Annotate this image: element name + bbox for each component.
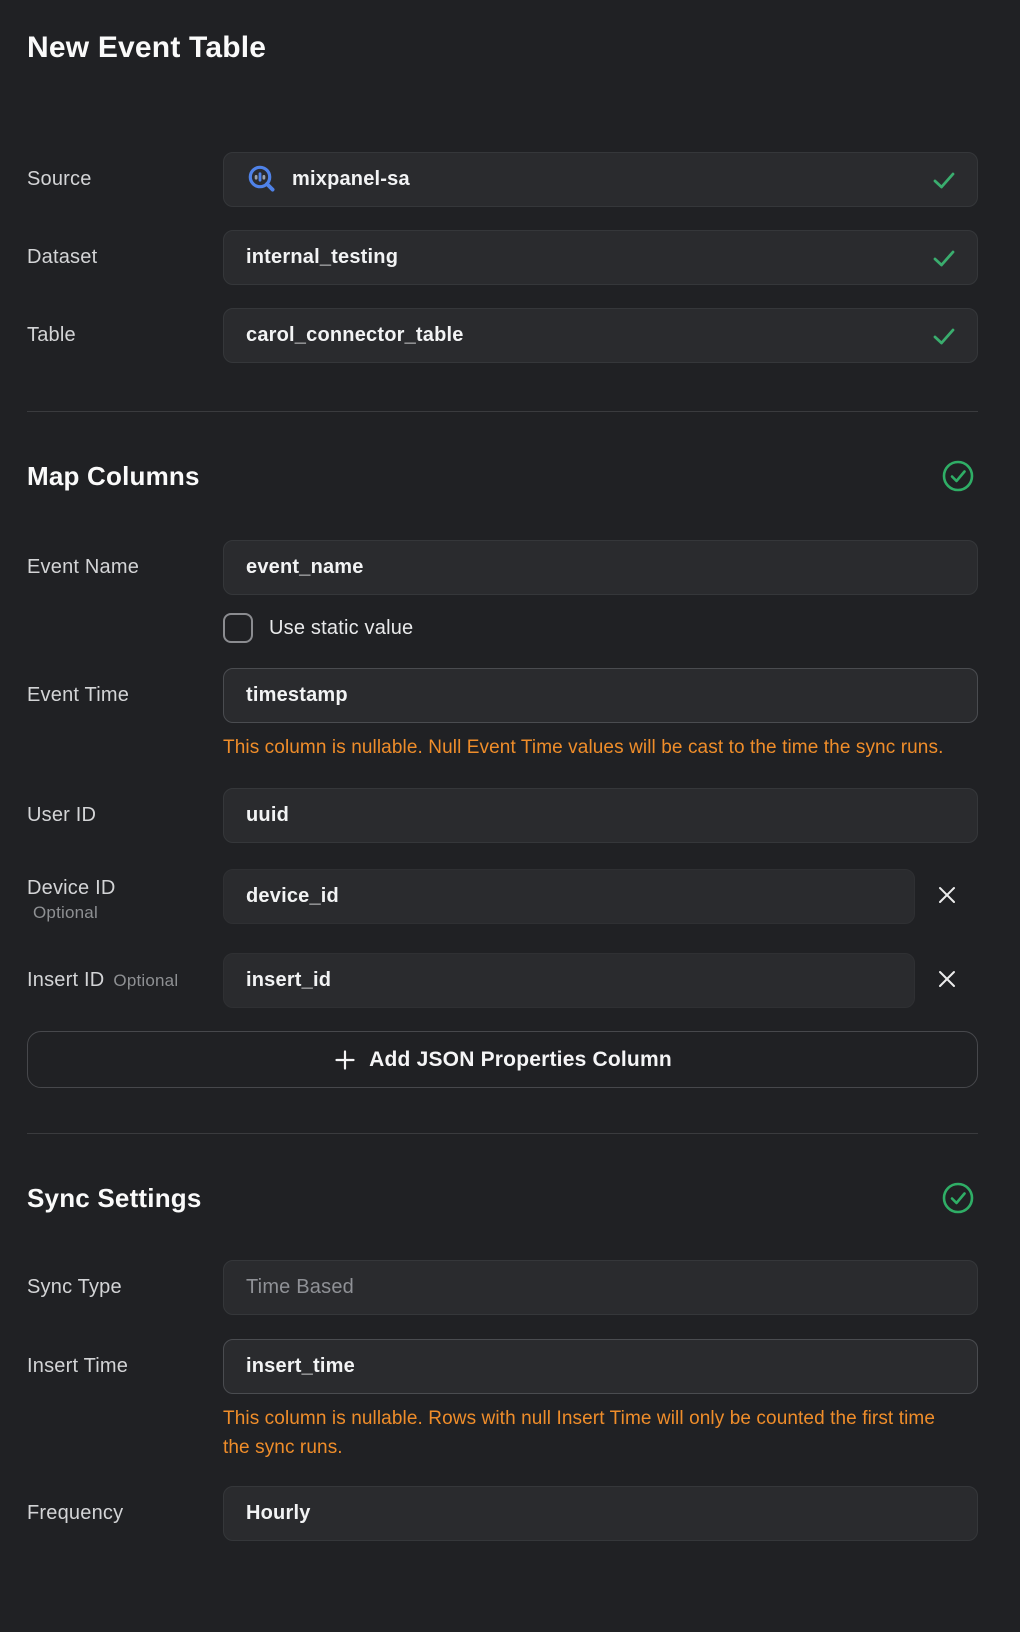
dataset-value: internal_testing [246,246,919,269]
device-id-remove-button[interactable] [915,869,978,924]
source-row: Source mixpanel-sa [27,152,978,207]
plus-icon [333,1048,357,1072]
insert-time-value: insert_time [246,1355,957,1378]
frequency-label: Frequency [27,1486,223,1541]
insert-time-label: Insert Time [27,1339,223,1394]
table-label: Table [27,308,223,363]
dataset-select[interactable]: internal_testing [223,230,978,285]
dataset-valid-check-icon [931,245,957,271]
add-json-button-label: Add JSON Properties Column [369,1048,672,1072]
sync-type-row: Sync Type Time Based [27,1260,978,1315]
event-time-nullable-warning: This column is nullable. Null Event Time… [223,733,965,762]
user-id-value: uuid [246,804,957,827]
sync-type-select: Time Based [223,1260,978,1315]
dataset-row: Dataset internal_testing [27,230,978,285]
sync-settings-complete-icon [941,1181,975,1215]
use-static-value-checkbox[interactable] [223,613,253,643]
dataset-label: Dataset [27,230,223,285]
sync-settings-heading: Sync Settings [27,1180,202,1216]
event-time-label: Event Time [27,668,223,723]
user-id-label: User ID [27,788,223,843]
section-divider [27,411,978,412]
source-value: mixpanel-sa [292,168,919,191]
sync-type-label: Sync Type [27,1260,223,1315]
use-static-value-row: Use static value [27,612,978,644]
map-columns-heading: Map Columns [27,458,200,494]
add-json-properties-column-button[interactable]: Add JSON Properties Column [27,1031,978,1088]
device-id-optional-label: Optional [27,901,223,925]
device-id-select[interactable]: device_id [223,869,915,924]
user-id-select[interactable]: uuid [223,788,978,843]
insert-id-select[interactable]: insert_id [223,953,915,1008]
insert-time-select[interactable]: insert_time [223,1339,978,1394]
new-event-table-form: New Event Table Source mixpanel-sa [0,30,1020,1541]
insert-id-value: insert_id [246,969,894,992]
insert-id-remove-button[interactable] [915,953,978,1008]
table-valid-check-icon [931,323,957,349]
analytics-source-icon [246,164,278,196]
map-columns-complete-icon [941,459,975,493]
event-name-label: Event Name [27,540,223,595]
source-label: Source [27,152,223,207]
insert-time-nullable-warning: This column is nullable. Rows with null … [223,1404,965,1462]
device-id-label: Device ID [27,875,223,901]
user-id-row: User ID uuid [27,788,978,843]
page-title: New Event Table [27,30,978,66]
sync-type-value: Time Based [246,1276,957,1299]
map-columns-header: Map Columns [27,458,978,494]
section-divider [27,1133,978,1134]
event-name-select[interactable]: event_name [223,540,978,595]
use-static-value-label: Use static value [269,617,413,640]
insert-id-row: Insert ID Optional insert_id [27,953,978,1008]
event-name-row: Event Name event_name [27,540,978,595]
table-value: carol_connector_table [246,324,919,347]
device-id-row: Device ID Optional device_id [27,869,978,925]
insert-id-optional-label: Optional [113,971,178,990]
insert-time-row: Insert Time insert_time This column is n… [27,1339,978,1462]
event-time-value: timestamp [246,684,957,707]
close-icon [936,968,958,993]
device-id-value: device_id [246,885,894,908]
source-select[interactable]: mixpanel-sa [223,152,978,207]
event-time-select[interactable]: timestamp [223,668,978,723]
event-name-value: event_name [246,556,957,579]
event-time-row: Event Time timestamp This column is null… [27,668,978,762]
frequency-value: Hourly [246,1502,957,1525]
frequency-select[interactable]: Hourly [223,1486,978,1541]
frequency-row: Frequency Hourly [27,1486,978,1541]
insert-id-label: Insert ID [27,969,104,991]
sync-settings-header: Sync Settings [27,1180,978,1216]
table-row: Table carol_connector_table [27,308,978,363]
source-valid-check-icon [931,167,957,193]
close-icon [936,884,958,909]
table-select[interactable]: carol_connector_table [223,308,978,363]
